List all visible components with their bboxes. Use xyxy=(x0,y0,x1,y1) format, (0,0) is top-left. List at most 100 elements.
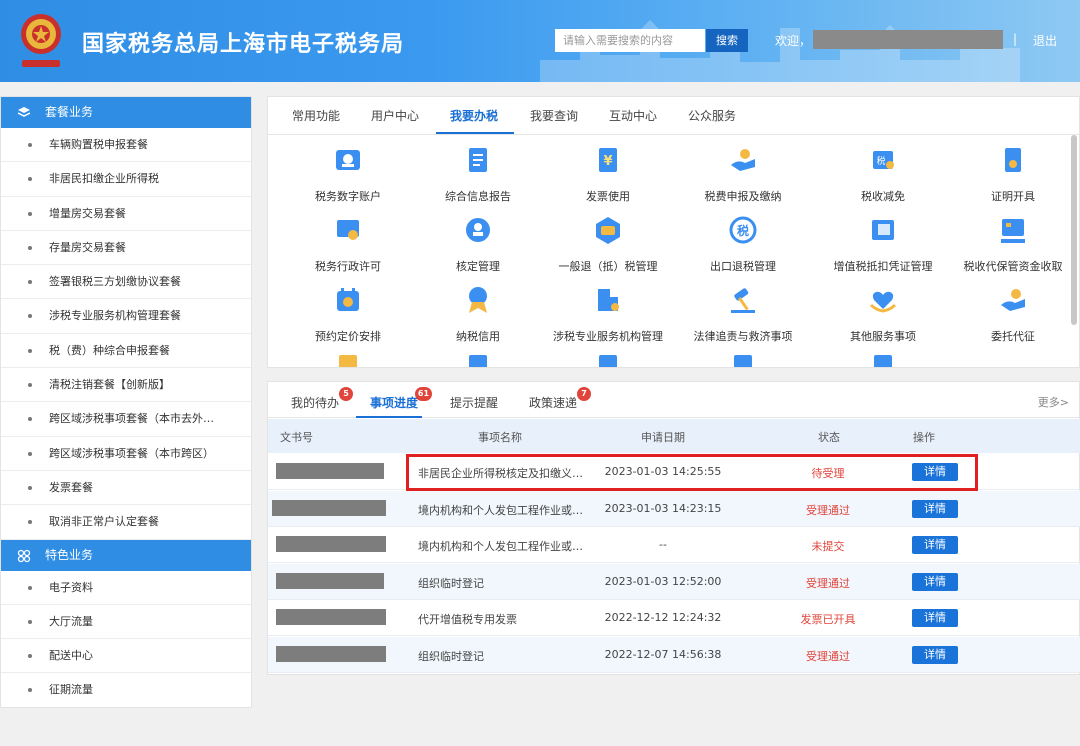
logout-link[interactable]: 退出 xyxy=(1033,32,1057,49)
service-item-partial[interactable] xyxy=(283,355,413,367)
tab-reminders[interactable]: 提示提醒 xyxy=(450,394,498,411)
tab-progress[interactable]: 事项进度 61 xyxy=(370,387,433,411)
service-item-partial[interactable] xyxy=(413,355,543,367)
sidebar-item[interactable]: 非居民扣缴企业所得税 xyxy=(1,162,251,197)
status-text: 受理通过 xyxy=(806,503,850,517)
sidebar-item[interactable]: 涉税专业服务机构管理套餐 xyxy=(1,299,251,334)
detail-button[interactable]: 详情 xyxy=(912,499,958,518)
active-tab-underline xyxy=(436,132,514,134)
service-item[interactable]: 税费申报及缴纳 xyxy=(678,145,808,204)
service-item[interactable]: 税务数字账户 xyxy=(283,145,413,204)
apply-date: 2023-01-03 12:52:00 xyxy=(604,574,722,588)
sidebar-item-label: 征期流量 xyxy=(49,683,93,697)
sidebar-item[interactable]: 跨区域涉税事项套餐（本市跨区） xyxy=(1,437,251,471)
sidebar-item[interactable]: 税（费）种综合申报套餐 xyxy=(1,334,251,369)
sidebar-item[interactable]: 取消非正常户认定套餐 xyxy=(1,505,251,540)
service-label: 税收减免 xyxy=(861,190,905,203)
service-item[interactable]: 一般退（抵）税管理 xyxy=(543,215,673,274)
service-label: 税务数字账户 xyxy=(315,190,381,203)
sidebar-item-label: 增量房交易套餐 xyxy=(49,206,126,220)
sidebar-item-label: 车辆购置税申报套餐 xyxy=(49,138,148,151)
sidebar-item[interactable]: 电子资料 xyxy=(1,571,251,605)
sidebar-item[interactable]: 配送中心 xyxy=(1,639,251,674)
tab-common[interactable]: 常用功能 xyxy=(292,107,340,124)
search-input[interactable]: 请输入需要搜索的内容 xyxy=(555,29,705,52)
detail-button[interactable]: 详情 xyxy=(912,536,958,555)
bullet-icon xyxy=(28,451,32,456)
sidebar-item[interactable]: 存量房交易套餐 xyxy=(1,231,251,266)
search-button[interactable]: 搜索 xyxy=(706,29,748,52)
sidebar-item[interactable]: 征期流量 xyxy=(1,673,251,707)
service-label: 法律追责与救济事项 xyxy=(693,330,793,343)
sidebar-item[interactable]: 发票套餐 xyxy=(1,471,251,506)
service-item[interactable]: 预约定价安排 xyxy=(283,285,413,344)
bullet-icon xyxy=(28,280,32,285)
sidebar-item-label: 发票套餐 xyxy=(49,480,93,494)
sidebar-section-featured[interactable]: 特色业务 xyxy=(1,539,251,571)
license-icon xyxy=(337,220,359,240)
tab-public-service[interactable]: 公众服务 xyxy=(688,107,736,124)
tab-policy[interactable]: 政策速递 7 xyxy=(529,387,592,411)
more-link[interactable]: 更多> xyxy=(1038,394,1069,410)
sidebar-item-label: 存量房交易套餐 xyxy=(49,240,126,254)
table-row: 境内机构和个人发包工程作业或… -- 未提交 详情 xyxy=(268,527,1080,564)
service-item[interactable]: 税收代保管资金收取 xyxy=(948,215,1078,274)
bullet-icon xyxy=(28,383,32,388)
sidebar-item[interactable]: 车辆购置税申报套餐 xyxy=(1,128,251,163)
layers-icon xyxy=(17,107,31,117)
bullet-icon xyxy=(28,585,32,590)
tab-query[interactable]: 我要查询 xyxy=(530,107,578,124)
service-item[interactable]: 税税收减免 xyxy=(818,145,948,204)
service-label: 出口退税管理 xyxy=(710,260,776,273)
service-item[interactable]: 法律追责与救济事项 xyxy=(678,285,808,344)
detail-button[interactable]: 详情 xyxy=(912,572,958,591)
service-item-partial[interactable] xyxy=(543,355,673,367)
service-item-partial[interactable] xyxy=(678,355,808,367)
sidebar-item[interactable]: 签署银税三方划缴协议套餐 xyxy=(1,265,251,300)
tab-interaction[interactable]: 互动中心 xyxy=(609,107,657,124)
sidebar-item[interactable]: 清税注销套餐【创新版】 xyxy=(1,368,251,403)
sidebar-item-label: 签署银税三方划缴协议套餐 xyxy=(49,275,181,289)
service-item[interactable]: 增值税抵扣凭证管理 xyxy=(818,215,948,274)
service-item[interactable]: 税出口退税管理 xyxy=(678,215,808,274)
service-item[interactable]: 税务行政许可 xyxy=(283,215,413,274)
detail-button[interactable]: 详情 xyxy=(912,646,958,664)
service-label: 税务行政许可 xyxy=(315,260,381,273)
column-header: 文书号 xyxy=(280,431,313,444)
sidebar-item[interactable]: 跨区域涉税事项套餐（本市去外… xyxy=(1,402,251,437)
sidebar-item-label: 清税注销套餐【创新版】 xyxy=(49,378,170,392)
digital-account-icon xyxy=(336,150,360,170)
service-partial-icon xyxy=(874,355,892,367)
service-item-partial[interactable] xyxy=(818,355,948,367)
sidebar-section-packages[interactable]: 套餐业务 xyxy=(1,97,251,128)
service-item[interactable]: 其他服务事项 xyxy=(818,285,948,344)
service-item[interactable]: 涉税专业服务机构管理 xyxy=(543,285,673,344)
detail-button[interactable]: 详情 xyxy=(912,609,958,628)
tab-user-center[interactable]: 用户中心 xyxy=(371,107,419,124)
svg-text:税: 税 xyxy=(876,155,885,167)
service-item[interactable]: 综合信息报告 xyxy=(413,145,543,204)
svg-text:¥: ¥ xyxy=(603,154,612,169)
count-badge: 5 xyxy=(339,387,354,401)
service-item[interactable]: ¥ 发票使用 xyxy=(543,145,673,204)
tax-emblem-icon xyxy=(21,14,61,67)
sidebar-item-label: 电子资料 xyxy=(49,580,93,594)
status-text: 未提交 xyxy=(811,540,845,554)
sidebar-item-label: 跨区域涉税事项套餐（本市跨区） xyxy=(49,446,214,460)
service-item[interactable]: 委托代征 xyxy=(948,285,1078,344)
service-item[interactable]: 核定管理 xyxy=(413,215,543,274)
service-panel: 常用功能 用户中心 我要办税 我要查询 互动中心 公众服务 税务数字账户 综合信息… xyxy=(267,96,1080,368)
bullet-icon xyxy=(28,417,32,422)
sidebar-item[interactable]: 大厅流量 xyxy=(1,605,251,640)
site-title: 国家税务总局上海市电子税务局 xyxy=(82,32,405,57)
bullet-icon xyxy=(28,520,32,525)
service-item[interactable]: 纳税信用 xyxy=(413,285,543,344)
tab-my-todo[interactable]: 我的待办 5 xyxy=(291,387,354,411)
sidebar-item[interactable]: 增量房交易套餐 xyxy=(1,197,251,231)
building-gear-icon xyxy=(598,289,619,311)
service-label: 税费申报及缴纳 xyxy=(704,190,782,203)
tab-do-tax[interactable]: 我要办税 xyxy=(450,107,498,124)
apply-date: 2023-01-03 14:23:15 xyxy=(604,501,722,515)
table-row: 组织临时登记 2023-01-03 12:52:00 受理通过 详情 xyxy=(268,563,1080,600)
service-item[interactable]: 证明开具 xyxy=(948,145,1078,204)
